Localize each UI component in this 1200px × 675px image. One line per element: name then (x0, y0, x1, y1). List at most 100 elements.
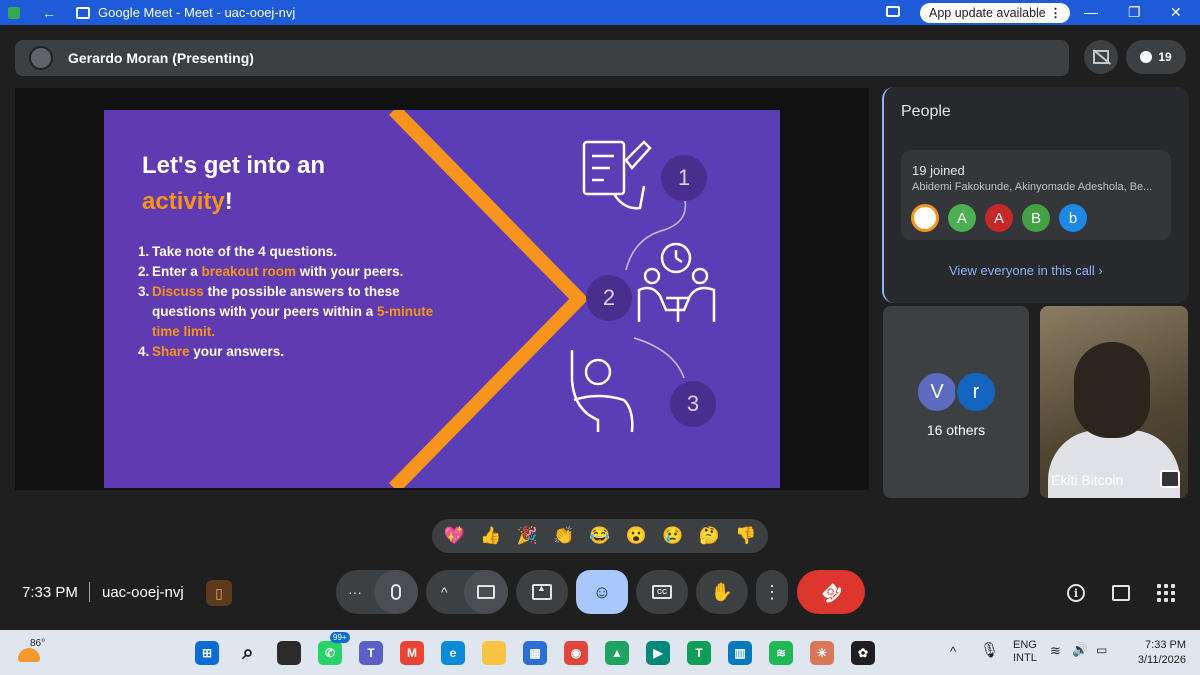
joined-names: Abidemi Fakokunde, Akinyomade Adeshola, … (912, 181, 1153, 193)
weather-icon (18, 648, 40, 662)
language-indicator[interactable]: ENG INTL (1013, 639, 1037, 665)
chatgpt-icon[interactable]: ✿ (851, 641, 875, 665)
battery-icon[interactable]: ▭ (1096, 643, 1107, 657)
view-everyone-label: View everyone in this call (949, 263, 1095, 278)
slide-instruction-4: 4. Share your answers. (138, 342, 438, 362)
camera-button[interactable] (464, 570, 508, 614)
camera-options-chevron[interactable]: ^ (441, 584, 448, 600)
gmail-icon[interactable]: M (400, 641, 424, 665)
store-icon[interactable]: ▦ (523, 641, 547, 665)
raise-hand-button[interactable]: ✋ (696, 570, 748, 614)
view-everyone-link[interactable]: View everyone in this call › (949, 263, 1103, 278)
chat-button[interactable] (1110, 582, 1132, 604)
window-titlebar: ← Google Meet - Meet - uac-ooej-nvj App … (0, 0, 1200, 25)
emoji-reactions-button[interactable]: ☺ (576, 570, 628, 614)
slide-instruction-2: 2. Enter a breakout room with your peers. (138, 262, 438, 282)
participant-avatar: A (948, 204, 976, 232)
taskbar-clock[interactable]: 7:33 PM 3/11/2026 (1128, 638, 1186, 668)
meeting-details-button[interactable]: i (1065, 582, 1087, 604)
captions-button[interactable]: CC (636, 570, 688, 614)
reaction-button[interactable]: 😮 (626, 526, 647, 546)
tile-pip-icon[interactable] (1160, 470, 1180, 488)
participant-avatar: A (985, 204, 1013, 232)
clock-time: 7:33 PM (1145, 639, 1186, 651)
camera-icon (477, 585, 495, 599)
edge-icon[interactable]: e (441, 641, 465, 665)
slide-instruction-3: 3. Discuss the possible answers to these … (138, 282, 438, 342)
meeting-time: 7:33 PM (22, 584, 78, 601)
back-arrow-icon[interactable]: ← (42, 5, 56, 21)
presenter-name: Gerardo Moran (Presenting) (68, 50, 254, 66)
emoji-icon: ☺ (592, 581, 612, 602)
more-vert-button[interactable]: ⋮ (756, 570, 788, 614)
instruction-segment: with your peers. (296, 264, 404, 279)
end-call-button[interactable]: ☎ (797, 570, 865, 614)
meeting-info-divider (89, 582, 90, 602)
picture-in-picture-button[interactable] (1084, 40, 1118, 74)
slide-instruction-1: 1. Take note of the 4 questions. (138, 242, 438, 262)
weather-temp: 86° (30, 638, 46, 649)
more-options-button[interactable]: ··· (348, 584, 362, 600)
instruction-highlight: Share (152, 344, 190, 359)
minimize-button[interactable]: — (1084, 4, 1098, 20)
camera-person-head (1074, 342, 1150, 438)
search-icon[interactable]: ⌕ (236, 641, 260, 665)
instruction-text: Share your answers. (152, 342, 284, 362)
instruction-segment: Take note of the 4 questions. (152, 244, 338, 259)
reaction-button[interactable]: 💖 (444, 526, 465, 546)
whatsapp-badge: 99+ (330, 632, 350, 643)
drive-icon[interactable]: ▲ (605, 641, 629, 665)
joined-avatars: AABb (911, 204, 1124, 232)
people-panel: People 19 joined Abidemi Fakokunde, Akin… (882, 87, 1189, 303)
others-tile[interactable]: V r 16 others (883, 306, 1029, 498)
claude-icon[interactable]: ✳ (810, 641, 834, 665)
weather-widget[interactable]: 86° (18, 638, 45, 662)
step-circle-1: 1 (661, 155, 707, 201)
teams-icon[interactable]: T (359, 641, 383, 665)
camera-tile[interactable]: Ekiti Bitcoin (1040, 306, 1188, 498)
participant-avatar: B (1022, 204, 1050, 232)
activities-button[interactable] (1155, 582, 1177, 604)
sheets-icon[interactable]: T (687, 641, 711, 665)
slide-title-exclaim: ! (224, 188, 233, 215)
app-update-menu-icon[interactable]: ⋮ (1049, 3, 1062, 23)
instruction-number: 3. (138, 284, 150, 299)
others-avatar-r: r (955, 371, 997, 413)
participants-button[interactable]: 19 (1126, 40, 1186, 74)
reaction-button[interactable]: 😂 (589, 526, 610, 546)
app-update-button[interactable]: App update available ⋮ (920, 3, 1070, 23)
present-button[interactable] (516, 570, 568, 614)
meet-icon[interactable]: ▶ (646, 641, 670, 665)
instruction-segment: your answers. (189, 344, 285, 359)
whatsapp-icon[interactable]: ✆ (318, 641, 342, 665)
reaction-button[interactable]: 👍 (480, 526, 501, 546)
reaction-button[interactable]: 🎉 (517, 526, 538, 546)
instruction-segment: Enter a (152, 264, 202, 279)
reaction-button[interactable]: 👏 (553, 526, 574, 546)
joined-count: 19 joined (912, 163, 965, 178)
slide-title: Let's get into an activity! (142, 148, 325, 220)
volume-icon[interactable]: 🔊 (1072, 642, 1088, 658)
start-icon[interactable]: ⊞ (195, 641, 219, 665)
task-view-icon[interactable] (277, 641, 301, 665)
reaction-button[interactable]: 🤔 (699, 526, 720, 546)
breakout-room-icon[interactable]: ▯ (206, 580, 232, 606)
close-button[interactable]: ✕ (1170, 4, 1182, 21)
trello-icon[interactable]: ▥ (728, 641, 752, 665)
microphone-button[interactable] (374, 570, 418, 614)
reaction-button[interactable]: 😢 (662, 526, 683, 546)
joined-summary[interactable]: 19 joined Abidemi Fakokunde, Akinyomade … (901, 150, 1171, 240)
spotify-icon[interactable]: ≋ (769, 641, 793, 665)
instruction-text: Take note of the 4 questions. (152, 242, 337, 262)
chrome-icon[interactable]: ◉ (564, 641, 588, 665)
wifi-icon[interactable]: ≋ (1050, 643, 1061, 659)
step-circle-3: 3 (670, 381, 716, 427)
participant-avatar (1096, 204, 1124, 232)
file-explorer-icon[interactable] (482, 641, 506, 665)
tray-mic-icon[interactable]: 🎙 (980, 641, 999, 659)
reaction-button[interactable]: 👎 (735, 526, 756, 546)
participant-avatar: b (1059, 204, 1087, 232)
tray-overflow-icon[interactable]: ^ (950, 644, 956, 659)
lang-line2: INTL (1013, 652, 1037, 664)
maximize-button[interactable]: ❐ (1128, 4, 1141, 21)
